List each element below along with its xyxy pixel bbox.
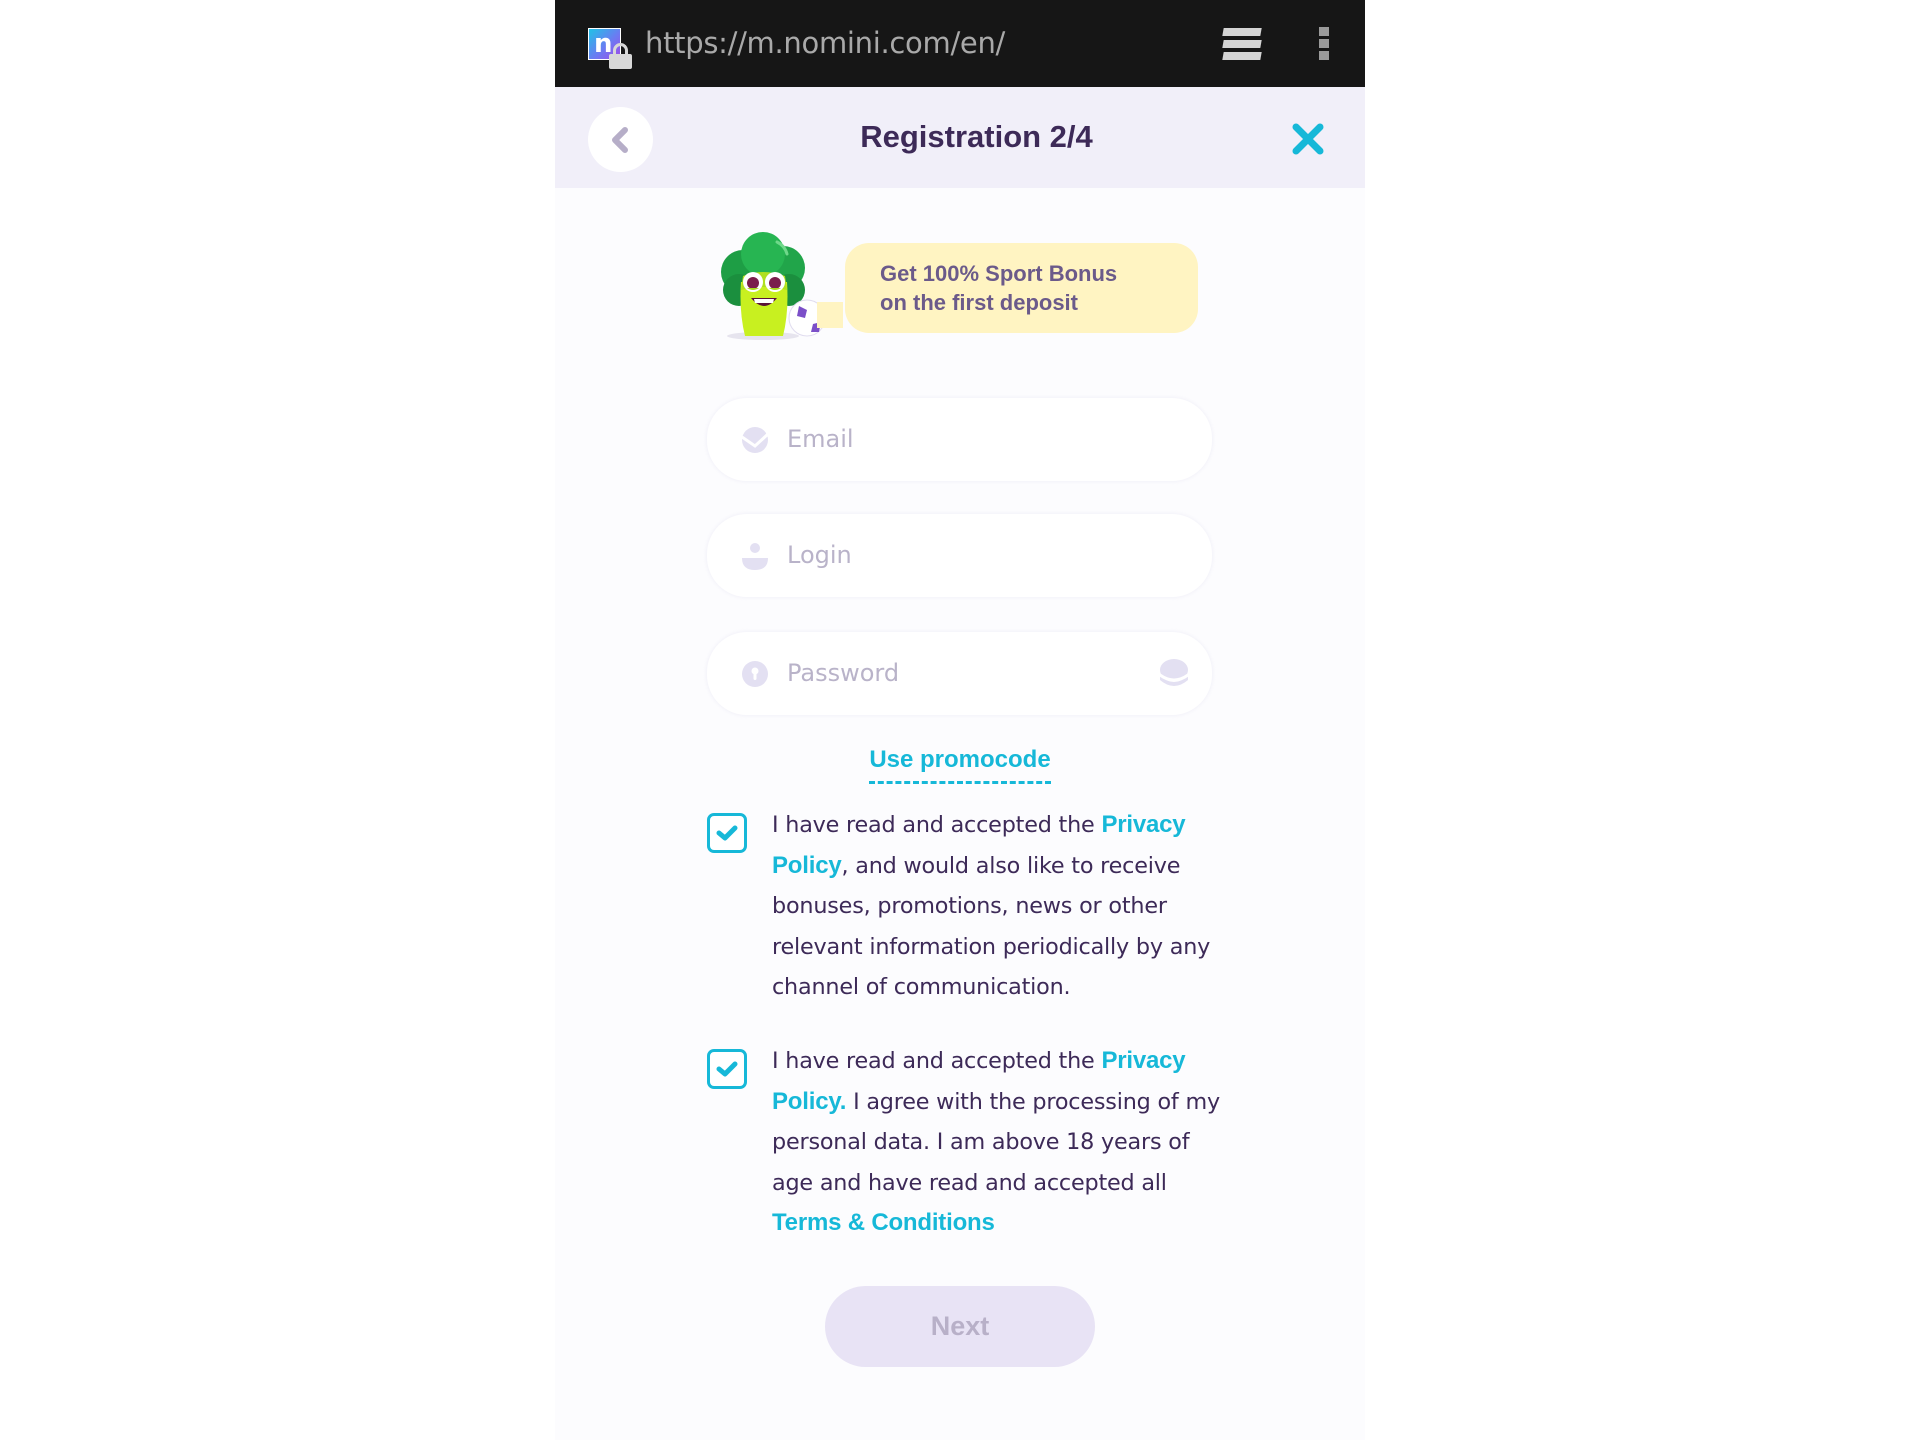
broccoli-mascot-icon xyxy=(721,232,843,340)
email-icon xyxy=(741,427,769,453)
checkmark-icon xyxy=(716,825,738,841)
close-button[interactable] xyxy=(1290,121,1326,157)
consent-text-part: I have read and accepted the xyxy=(772,812,1102,838)
promo-line-1: Get 100% Sport Bonus xyxy=(880,261,1118,286)
registration-header: Registration 2/4 xyxy=(555,87,1365,188)
close-icon xyxy=(1292,123,1324,155)
promo-banner: Get 100% Sport Bonus on the first deposi… xyxy=(845,243,1198,333)
use-promocode-link[interactable]: Use promocode xyxy=(869,745,1051,784)
terms-conditions-link[interactable]: Terms & Conditions xyxy=(772,1209,995,1236)
terms-consent-text: I have read and accepted the Privacy Pol… xyxy=(772,1041,1222,1244)
browser-url-bar: n https://m.nomini.com/en/ xyxy=(555,0,1365,87)
password-field[interactable] xyxy=(707,632,1212,715)
url-text[interactable]: https://m.nomini.com/en/ xyxy=(645,25,1005,61)
checkmark-icon xyxy=(716,1061,738,1077)
user-icon xyxy=(742,543,768,570)
promocode-link-wrapper: Use promocode xyxy=(555,745,1365,784)
login-input[interactable] xyxy=(787,532,1147,578)
terms-consent-checkbox[interactable] xyxy=(707,1049,747,1089)
login-field[interactable] xyxy=(707,514,1212,597)
secure-lock-icon xyxy=(608,43,633,69)
next-button[interactable]: Next xyxy=(825,1286,1095,1367)
tabs-icon[interactable] xyxy=(1222,28,1263,60)
email-field[interactable] xyxy=(707,398,1212,481)
email-input[interactable] xyxy=(787,416,1147,462)
password-input[interactable] xyxy=(787,650,1147,696)
page-title: Registration 2/4 xyxy=(860,119,1093,154)
promo-line-2: on the first deposit xyxy=(880,290,1078,315)
lock-icon xyxy=(742,661,768,687)
mobile-viewport: n https://m.nomini.com/en/ Registration … xyxy=(555,0,1365,1440)
marketing-consent-text: I have read and accepted the Privacy Pol… xyxy=(772,805,1222,1008)
marketing-consent-checkbox[interactable] xyxy=(707,813,747,853)
consent-text-part: I have read and accepted the xyxy=(772,1048,1102,1074)
eye-hidden-icon[interactable] xyxy=(1157,656,1191,690)
overflow-menu-icon[interactable] xyxy=(1319,27,1331,61)
